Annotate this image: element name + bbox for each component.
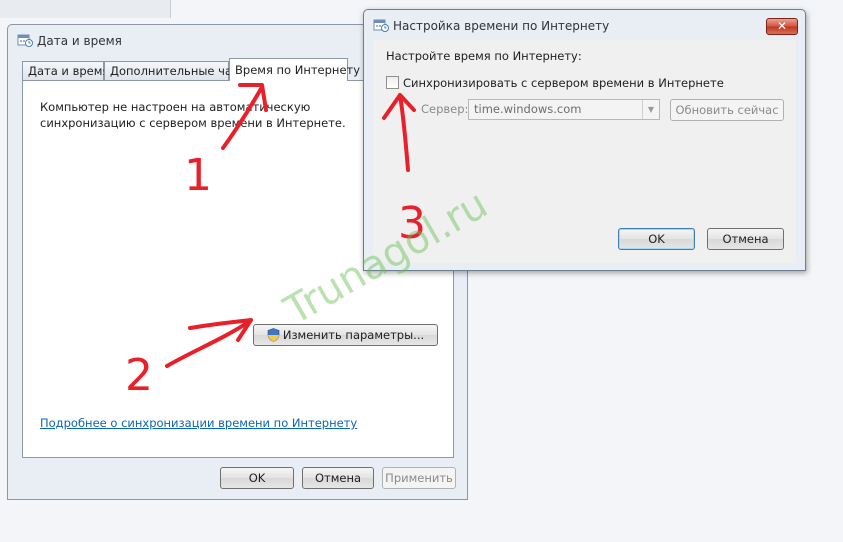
tab-additional-clocks[interactable]: Дополнительные часы bbox=[104, 61, 247, 80]
window-title: Дата и время bbox=[37, 34, 122, 48]
tab-internet-time[interactable]: Время по Интернету bbox=[229, 58, 360, 81]
sync-checkbox-label[interactable]: Синхронизировать с сервером времени в Ин… bbox=[403, 76, 724, 90]
update-now-button[interactable]: Обновить сейчас bbox=[670, 99, 784, 121]
tab-date-time[interactable]: Дата и время bbox=[22, 61, 109, 80]
cancel-button[interactable]: Отмена bbox=[707, 228, 784, 250]
server-dropdown[interactable]: time.windows.com ▼ bbox=[468, 99, 660, 120]
close-icon: ✕ bbox=[776, 19, 788, 33]
window-title: Настройка времени по Интернету bbox=[393, 19, 610, 33]
ok-button[interactable]: OK bbox=[220, 467, 294, 489]
sync-option: Синхронизировать с сервером времени в Ин… bbox=[386, 76, 724, 92]
change-settings-label: Изменить параметры... bbox=[282, 328, 425, 342]
cancel-button[interactable]: Отмена bbox=[302, 467, 374, 489]
ok-button[interactable]: OK bbox=[618, 228, 695, 250]
internet-time-settings-dialog: Настройка времени по Интернету ✕ Настрой… bbox=[363, 9, 806, 271]
settings-heading: Настройте время по Интернету: bbox=[386, 49, 582, 63]
uac-shield-icon bbox=[267, 328, 280, 342]
change-settings-button[interactable]: Изменить параметры... bbox=[253, 324, 438, 346]
server-label: Сервер: bbox=[421, 102, 469, 116]
background-window-edge bbox=[0, 0, 171, 18]
internet-sync-help-link[interactable]: Подробнее о синхронизации времени по Инт… bbox=[40, 416, 357, 430]
apply-button[interactable]: Применить bbox=[382, 467, 456, 489]
server-value: time.windows.com bbox=[474, 102, 582, 116]
dialog-body: Настройте время по Интернету: Синхронизи… bbox=[373, 40, 796, 263]
sync-checkbox[interactable] bbox=[386, 76, 399, 89]
sync-status-text: Компьютер не настроен на автоматическую … bbox=[40, 100, 346, 130]
calendar-clock-icon bbox=[17, 34, 33, 47]
calendar-clock-icon bbox=[373, 19, 389, 32]
chevron-down-icon: ▼ bbox=[642, 100, 659, 119]
title-bar[interactable]: Настройка времени по Интернету ✕ bbox=[364, 10, 805, 38]
close-button[interactable]: ✕ bbox=[766, 18, 798, 35]
